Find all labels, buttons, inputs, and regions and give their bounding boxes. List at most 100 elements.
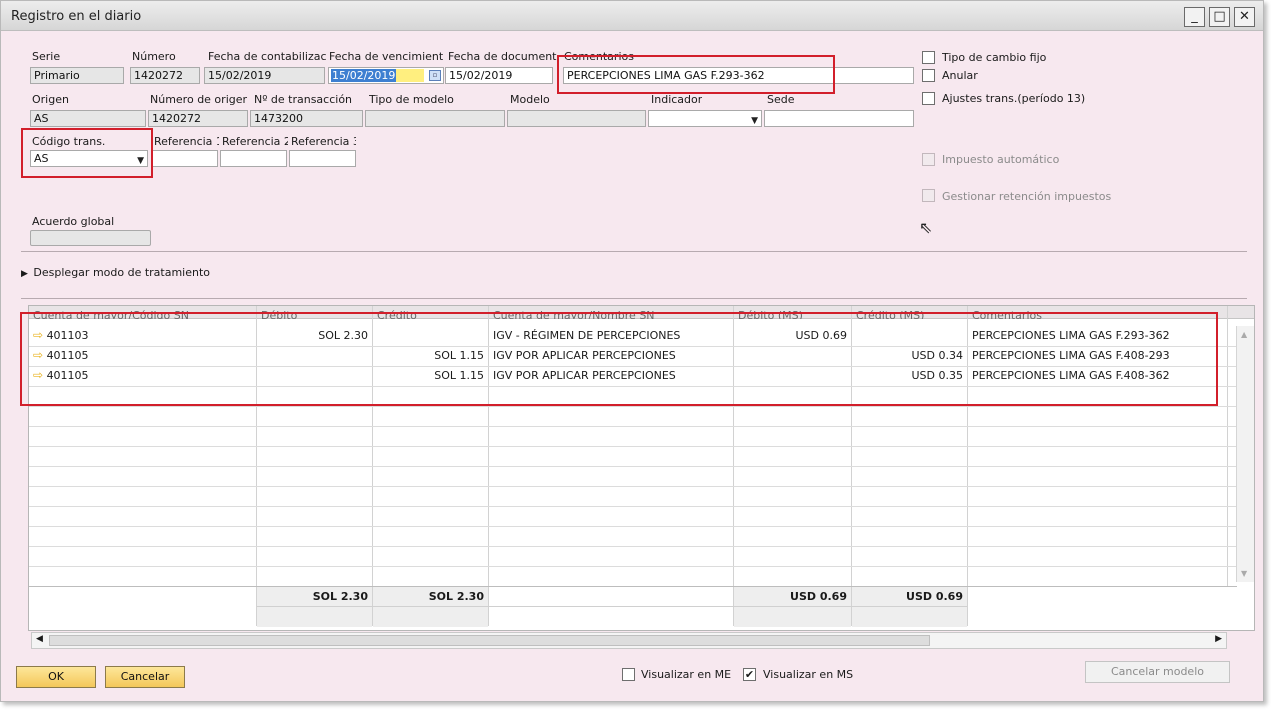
ref3-field[interactable] xyxy=(289,150,356,167)
modelo-label: Modelo xyxy=(510,93,550,106)
scroll-down-icon[interactable]: ▼ xyxy=(1241,569,1247,578)
anular-label: Anular xyxy=(942,69,978,82)
column-header[interactable]: Crédito xyxy=(373,306,488,319)
fecha-doc-label: Fecha de document xyxy=(448,50,557,63)
arrow-right-icon[interactable]: ⇨ xyxy=(33,368,43,382)
title-bar[interactable]: Registro en el diario _ □ ✕ xyxy=(1,1,1263,31)
codigo-trans-dropdown[interactable]: AS ▼ xyxy=(30,150,148,167)
origen-field[interactable]: AS xyxy=(30,110,146,127)
expander-toggle[interactable]: ▶ Desplegar modo de tratamiento xyxy=(21,266,210,279)
credito-cell[interactable]: SOL 1.15 xyxy=(373,346,488,365)
horizontal-scrollbar[interactable]: ◀ ▶ xyxy=(31,632,1227,649)
numero-field[interactable]: 1420272 xyxy=(130,67,200,84)
sede-label: Sede xyxy=(767,93,795,106)
visualizar-ms-checkbox[interactable]: ✔ xyxy=(743,668,756,681)
column-header[interactable]: Crédito (MS) xyxy=(852,306,967,319)
cancelar-modelo-button[interactable]: Cancelar modelo xyxy=(1085,661,1230,683)
ajustes-trans-checkbox[interactable] xyxy=(922,92,935,105)
codigo-trans-value: AS xyxy=(34,152,49,165)
column-header[interactable]: Débito xyxy=(257,306,372,319)
cuenta-cell[interactable]: ⇨ 401103 xyxy=(29,326,256,345)
visualizar-me-checkbox[interactable] xyxy=(622,668,635,681)
tipo-modelo-label: Tipo de modelo xyxy=(369,93,454,106)
column-header[interactable]: Comentarios xyxy=(968,306,1228,319)
fecha-contab-label: Fecha de contabilizac xyxy=(208,50,327,63)
nombre-cell[interactable]: IGV POR APLICAR PERCEPCIONES xyxy=(489,346,733,365)
table-row[interactable]: ⇨ 401105 SOL 1.15 IGV POR APLICAR PERCEP… xyxy=(29,366,1227,386)
separator xyxy=(21,298,1247,299)
credito-ms-cell[interactable]: USD 0.35 xyxy=(852,366,967,385)
arrow-right-icon[interactable]: ⇨ xyxy=(33,348,43,362)
comentarios-field[interactable]: PERCEPCIONES LIMA GAS F.293-362 xyxy=(563,67,914,84)
separator xyxy=(21,251,1247,252)
totals-row: SOL 2.30 SOL 2.30 USD 0.69 USD 0.69 xyxy=(29,587,1227,627)
column-header[interactable]: Cuenta de mayor/Código SN xyxy=(29,306,256,319)
comentarios-cell[interactable]: PERCEPCIONES LIMA GAS F.408-362 xyxy=(968,366,1227,385)
tipo-modelo-field[interactable] xyxy=(365,110,505,127)
debito-ms-cell[interactable]: USD 0.69 xyxy=(734,326,851,345)
numero-origen-field[interactable]: 1420272 xyxy=(148,110,248,127)
tipo-cambio-fijo-checkbox[interactable] xyxy=(922,51,935,64)
impuesto-automatico-checkbox[interactable] xyxy=(922,153,935,166)
ref1-label: Referencia 1 xyxy=(154,135,219,148)
codigo-trans-label: Código trans. xyxy=(32,135,106,148)
comentarios-cell[interactable]: PERCEPCIONES LIMA GAS F.408-293 xyxy=(968,346,1227,365)
table-row[interactable]: ⇨ 401105 SOL 1.15 IGV POR APLICAR PERCEP… xyxy=(29,346,1227,366)
cancel-button[interactable]: Cancelar xyxy=(105,666,185,688)
calendar-icon[interactable]: ▫ xyxy=(429,70,441,81)
scroll-thumb[interactable] xyxy=(49,635,930,646)
credito-ms-cell[interactable]: USD 0.34 xyxy=(852,346,967,365)
anular-checkbox[interactable] xyxy=(922,69,935,82)
journal-entry-window: Registro en el diario _ □ ✕ Serie Número… xyxy=(0,0,1264,702)
impuesto-automatico-label: Impuesto automático xyxy=(942,153,1060,166)
table-row[interactable]: ⇨ 401103 SOL 2.30 IGV - RÉGIMEN DE PERCE… xyxy=(29,326,1227,346)
serie-label: Serie xyxy=(32,50,61,63)
total-credito-ms: USD 0.69 xyxy=(906,590,963,603)
credito-cell[interactable]: SOL 1.15 xyxy=(373,366,488,385)
column-header[interactable]: Cuenta de mayor/Nombre SN xyxy=(489,306,733,319)
sede-field[interactable] xyxy=(764,110,914,127)
scroll-left-icon[interactable]: ◀ xyxy=(36,634,43,644)
maximize-button[interactable]: □ xyxy=(1209,7,1230,27)
gestionar-retencion-checkbox[interactable] xyxy=(922,189,935,202)
chevron-down-icon: ▼ xyxy=(751,116,758,126)
ok-button[interactable]: OK xyxy=(16,666,96,688)
modelo-field[interactable] xyxy=(507,110,646,127)
arrow-right-icon[interactable]: ⇨ xyxy=(33,328,43,342)
triangle-right-icon: ▶ xyxy=(21,269,28,279)
visualizar-me-label: Visualizar en ME xyxy=(641,668,732,681)
gestionar-retencion-label: Gestionar retención impuestos xyxy=(942,190,1112,203)
nombre-cell[interactable]: IGV - RÉGIMEN DE PERCEPCIONES xyxy=(489,326,733,345)
close-button[interactable]: ✕ xyxy=(1234,7,1255,27)
cuenta-cell[interactable]: ⇨ 401105 xyxy=(29,346,256,365)
table-header: Cuenta de mayor/Código SN Débito Crédito… xyxy=(29,306,1254,319)
nombre-cell[interactable]: IGV POR APLICAR PERCEPCIONES xyxy=(489,366,733,385)
journal-lines-table: Cuenta de mayor/Código SN Débito Crédito… xyxy=(28,305,1255,631)
cuenta-cell[interactable]: ⇨ 401105 xyxy=(29,366,256,385)
total-credito: SOL 2.30 xyxy=(428,590,484,603)
comentarios-cell[interactable]: PERCEPCIONES LIMA GAS F.293-362 xyxy=(968,326,1227,345)
tipo-cambio-fijo-label: Tipo de cambio fijo xyxy=(942,51,1047,64)
num-transaccion-label: Nº de transacción xyxy=(254,93,353,106)
serie-field[interactable]: Primario xyxy=(30,67,124,84)
scroll-up-icon[interactable]: ▲ xyxy=(1241,330,1247,339)
ref3-label: Referencia 3 xyxy=(291,135,356,148)
vertical-scrollbar[interactable]: ▲ ▼ xyxy=(1236,326,1254,582)
acuerdo-global-field[interactable] xyxy=(30,230,151,246)
visualizar-ms-label: Visualizar en MS xyxy=(763,668,854,681)
ref2-field[interactable] xyxy=(220,150,287,167)
minimize-button[interactable]: _ xyxy=(1184,7,1205,27)
ref1-field[interactable] xyxy=(151,150,218,167)
numero-label: Número xyxy=(132,50,176,63)
fecha-venc-label: Fecha de vencimient xyxy=(329,50,444,63)
fecha-doc-field[interactable]: 15/02/2019 xyxy=(445,67,553,84)
indicador-dropdown[interactable]: ▼ xyxy=(648,110,762,127)
num-transaccion-field[interactable]: 1473200 xyxy=(250,110,363,127)
numero-origen-label: Número de origer xyxy=(150,93,248,106)
scroll-right-icon[interactable]: ▶ xyxy=(1215,634,1222,644)
column-header[interactable]: Débito (MS) xyxy=(734,306,851,319)
debito-cell[interactable]: SOL 2.30 xyxy=(257,326,372,345)
total-debito-ms: USD 0.69 xyxy=(790,590,847,603)
fecha-contab-field[interactable]: 15/02/2019 xyxy=(204,67,325,84)
fecha-venc-field[interactable]: 15/02/2019 ▫ xyxy=(328,67,444,84)
